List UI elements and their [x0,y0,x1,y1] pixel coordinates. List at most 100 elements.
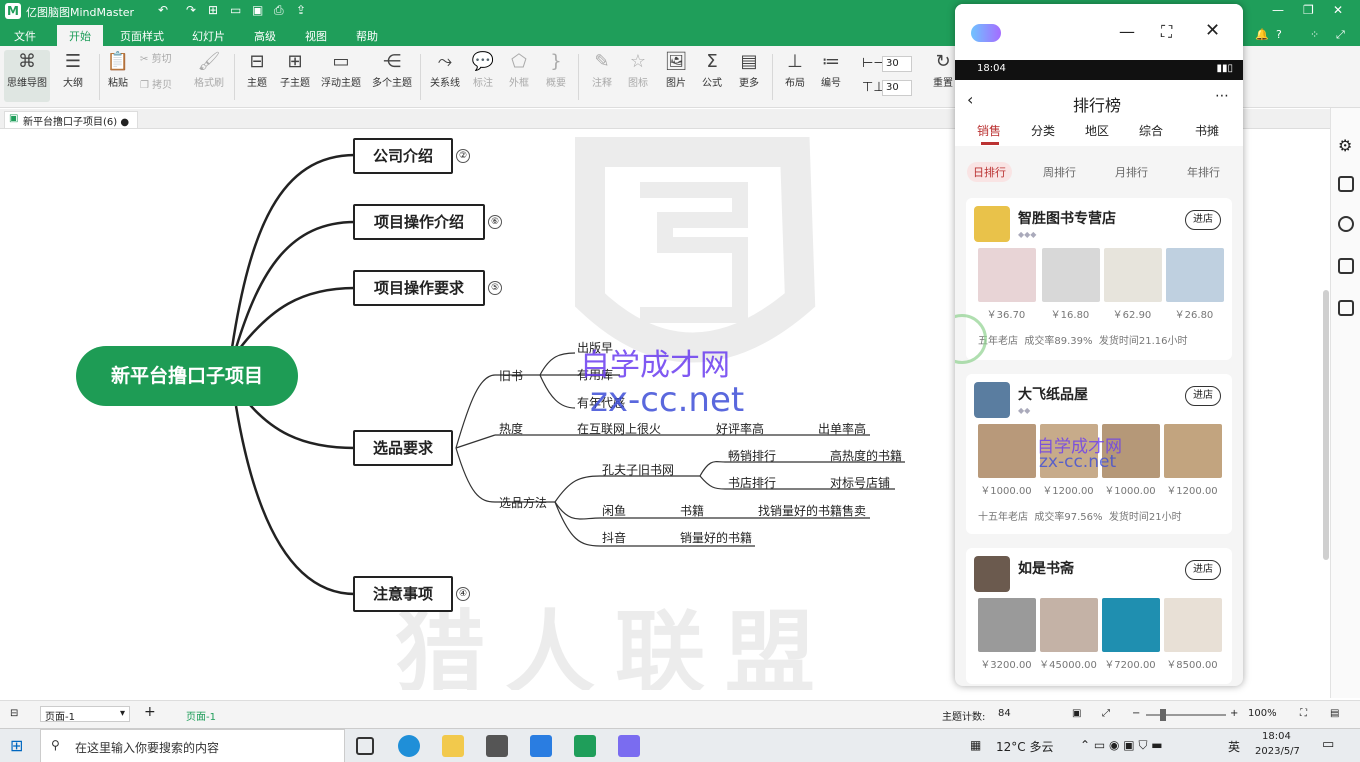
task-view-icon[interactable] [356,737,374,755]
node-xianyu[interactable]: 闲鱼 [602,502,626,519]
filter-monthly[interactable]: 月排行 [1115,164,1148,180]
shop-card[interactable]: 智胜图书专营店 ◆◆◆ 进店 ￥36.70 ￥16.80 ￥62.90 ￥26.… [966,198,1232,360]
bell-icon[interactable]: 🔔 [1255,28,1269,41]
undo-icon[interactable]: ↶ [158,3,168,17]
close-icon[interactable]: ✕ [1333,3,1343,17]
fit-width-icon[interactable]: ⤢ [1102,708,1110,719]
product-image[interactable] [1102,598,1160,652]
tab-sales[interactable]: 销售 [977,122,1001,139]
node-find-best[interactable]: 找销量好的书籍售卖 [758,502,866,519]
product-image[interactable] [1040,598,1098,652]
document-tab[interactable]: ▣ 新平台撸口子项目(6) ● [4,111,139,128]
v-spacing-input[interactable]: 30 [882,80,912,96]
tab-book-stall[interactable]: 书摊 [1195,122,1219,139]
enter-shop-button[interactable]: 进店 [1185,386,1221,406]
node-heat-desc[interactable]: 在互联网上很火 [577,420,661,437]
redo-icon[interactable]: ↷ [186,3,196,17]
product-image[interactable] [1164,424,1222,478]
export-panel-icon[interactable] [1338,300,1354,316]
node-hot-books[interactable]: 高热度的书籍 [830,447,902,464]
file-explorer-icon[interactable] [442,735,464,757]
topic-operation-requirements[interactable]: 项目操作要求 [353,270,485,306]
format-painter-button[interactable]: 🖌 格式刷 [186,50,232,89]
node-old-books[interactable]: 旧书 [499,367,523,384]
tray-icons[interactable]: ⌃ ▭ ◉ ▣ ⛉ ▬ [1080,738,1163,753]
clock-time[interactable]: 18:04 [1262,731,1291,742]
clock-date[interactable]: 2023/5/7 [1255,746,1300,757]
tab-category[interactable]: 分类 [1031,122,1055,139]
store-icon[interactable] [486,735,508,757]
zoom-in-icon[interactable]: + [1230,708,1238,719]
topic-notes[interactable]: 注意事项 [353,576,453,612]
menu-file[interactable]: 文件 [14,28,36,44]
node-heat[interactable]: 热度 [499,420,523,437]
save-icon[interactable]: ▣ [252,3,263,17]
page-tab[interactable]: 页面-1 [186,708,216,723]
topic-product-selection[interactable]: 选品要求 [353,430,453,466]
minimize-icon[interactable]: — [1272,3,1284,17]
multi-topic-button[interactable]: ⋲ 多个主题 [368,50,416,89]
notification-icon[interactable]: ▭ [1322,737,1334,752]
window-minimize-icon[interactable]: — [1119,22,1135,41]
cut-button[interactable]: ✂ 剪切 [140,50,188,68]
fullscreen-view-icon[interactable]: ⛶ [1300,708,1307,719]
enter-shop-button[interactable]: 进店 [1185,560,1221,580]
paste-button[interactable]: 📋 粘贴 [95,50,141,89]
node-order-rate[interactable]: 出单率高 [818,420,866,437]
window-close-icon[interactable]: ✕ [1205,20,1220,41]
filter-daily[interactable]: 日排行 [967,162,1012,182]
summary-button[interactable]: } 概要 [533,50,579,89]
menu-slides[interactable]: 幻灯片 [192,28,225,44]
fit-page-icon[interactable]: ▣ [1072,708,1081,719]
mindmaster-taskbar-icon[interactable] [574,735,596,757]
paint-bucket-icon[interactable]: ⚙ [1338,136,1354,155]
topic-operation-intro[interactable]: 项目操作介绍 [353,204,485,240]
more-dots-icon[interactable]: ⋯ [1215,88,1229,104]
node-best-books[interactable]: 销量好的书籍 [680,529,752,546]
task-icon[interactable] [1338,258,1354,274]
menu-page-style[interactable]: 页面样式 [120,28,164,44]
more-button[interactable]: ▤ 更多 [726,50,772,89]
ime-indicator[interactable]: 英 [1228,738,1240,755]
page-select[interactable]: 页面-1 [40,706,130,723]
product-image[interactable] [978,248,1036,302]
weather-text[interactable]: 12°C 多云 [996,738,1053,755]
fullscreen-icon[interactable]: ⛶ [1161,22,1172,42]
node-books[interactable]: 书籍 [680,502,704,519]
node-bestseller[interactable]: 畅销排行 [728,447,776,464]
filter-weekly[interactable]: 周排行 [1043,164,1076,180]
node-store-rank[interactable]: 书店排行 [728,474,776,491]
zoom-level[interactable]: 100% [1248,708,1277,719]
enter-shop-button[interactable]: 进店 [1185,210,1221,230]
product-image[interactable] [1042,248,1100,302]
product-image[interactable] [1164,598,1222,652]
subtopic-button[interactable]: ⊞ 子主题 [272,50,318,89]
node-method[interactable]: 选品方法 [499,494,547,511]
windows-start-icon[interactable]: ⊞ [10,736,23,755]
restore-icon[interactable]: ❐ [1303,3,1314,17]
page-icon[interactable] [1338,176,1354,192]
export-icon[interactable]: ⇪ [296,3,306,17]
mail-icon[interactable] [530,735,552,757]
zoom-slider[interactable] [1146,714,1226,716]
expand-icon[interactable]: ⤢ [1336,28,1345,42]
shop-card[interactable]: 如是书斋 进店 ￥3200.00 ￥45000.00 ￥7200.00 ￥850… [966,548,1232,684]
h-spacing-input[interactable]: 30 [882,56,912,72]
panel-toggle-icon[interactable]: ▤ [1330,708,1339,719]
zoom-out-icon[interactable]: − [1132,708,1140,719]
add-page-icon[interactable]: + [144,704,156,720]
filter-yearly[interactable]: 年排行 [1187,164,1220,180]
product-image[interactable] [978,598,1036,652]
menu-help[interactable]: 帮助 [356,28,378,44]
tab-overall[interactable]: 综合 [1139,122,1163,139]
clover-icon[interactable] [1338,216,1354,232]
edge-browser-icon[interactable] [398,735,420,757]
outline-view-button[interactable]: ☰ 大纲 [50,50,96,89]
node-kongfuzi[interactable]: 孔夫子旧书网 [602,461,674,478]
phone-mirror-taskbar-icon[interactable] [618,735,640,757]
zoom-slider-handle[interactable] [1160,709,1166,721]
root-topic[interactable]: 新平台撸口子项目 [76,346,298,406]
menu-advanced[interactable]: 高级 [254,28,276,44]
menu-view[interactable]: 视图 [305,28,327,44]
taskbar-search[interactable]: ⚲ 在这里输入你要搜索的内容 [40,729,345,762]
